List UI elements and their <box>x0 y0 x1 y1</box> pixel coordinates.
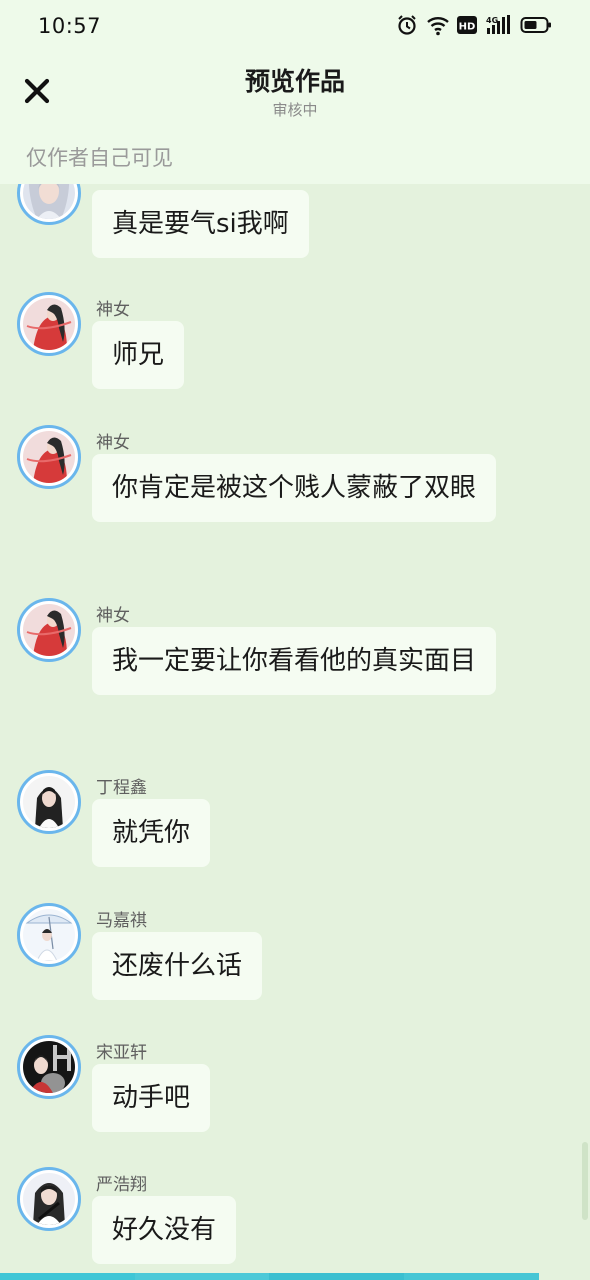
signal-4g-icon: 4G <box>486 14 512 36</box>
wifi-icon <box>426 14 449 36</box>
avatar[interactable] <box>17 903 81 967</box>
visibility-notice: 仅作者自己可见 <box>26 146 173 170</box>
svg-text:HD: HD <box>459 22 476 33</box>
status-bar: 10:57 HD 4G <box>0 0 590 52</box>
message-bubble[interactable]: 真是要气si我啊 <box>92 190 309 258</box>
avatar[interactable] <box>17 1167 81 1231</box>
alarm-icon <box>396 14 418 36</box>
message-bubble[interactable]: 就凭你 <box>92 799 211 867</box>
hd-icon: HD <box>456 14 478 36</box>
status-icons: HD 4G <box>396 14 552 36</box>
message-bubble[interactable]: 我一定要让你看看他的真实面目 <box>92 627 496 695</box>
message-bubble[interactable]: 师兄 <box>92 321 185 389</box>
message-bubble[interactable]: 还废什么话 <box>92 932 263 1000</box>
scrollbar[interactable] <box>582 1142 588 1220</box>
avatar[interactable] <box>17 1035 81 1099</box>
chat-list[interactable]: 真是要气si我啊 神女 师兄 神女 你肯定是被这个贱人蒙蔽了双眼 神女 我一定要… <box>0 184 590 1274</box>
message-bubble[interactable]: 你肯定是被这个贱人蒙蔽了双眼 <box>92 454 496 522</box>
sender-name: 神女 <box>96 300 130 320</box>
sender-name: 严浩翔 <box>96 1175 147 1195</box>
avatar[interactable] <box>17 770 81 834</box>
battery-icon <box>520 14 552 36</box>
bottom-toolbar-edge <box>0 1273 590 1280</box>
sender-name: 神女 <box>96 433 130 453</box>
svg-text:4G: 4G <box>486 16 498 25</box>
message-bubble[interactable]: 好久没有 <box>92 1196 237 1264</box>
avatar[interactable] <box>17 292 81 356</box>
message-bubble[interactable]: 动手吧 <box>92 1064 211 1132</box>
avatar[interactable] <box>17 184 81 225</box>
avatar[interactable] <box>17 425 81 489</box>
header: 预览作品 审核中 仅作者自己可见 <box>0 52 590 184</box>
avatar[interactable] <box>17 598 81 662</box>
sender-name: 神女 <box>96 606 130 626</box>
sender-name: 宋亚轩 <box>96 1043 147 1063</box>
review-status: 审核中 <box>272 101 318 119</box>
status-time: 10:57 <box>38 14 102 38</box>
sender-name: 丁程鑫 <box>96 778 147 798</box>
sender-name: 马嘉祺 <box>96 911 147 931</box>
page-title: 预览作品 <box>244 67 345 96</box>
